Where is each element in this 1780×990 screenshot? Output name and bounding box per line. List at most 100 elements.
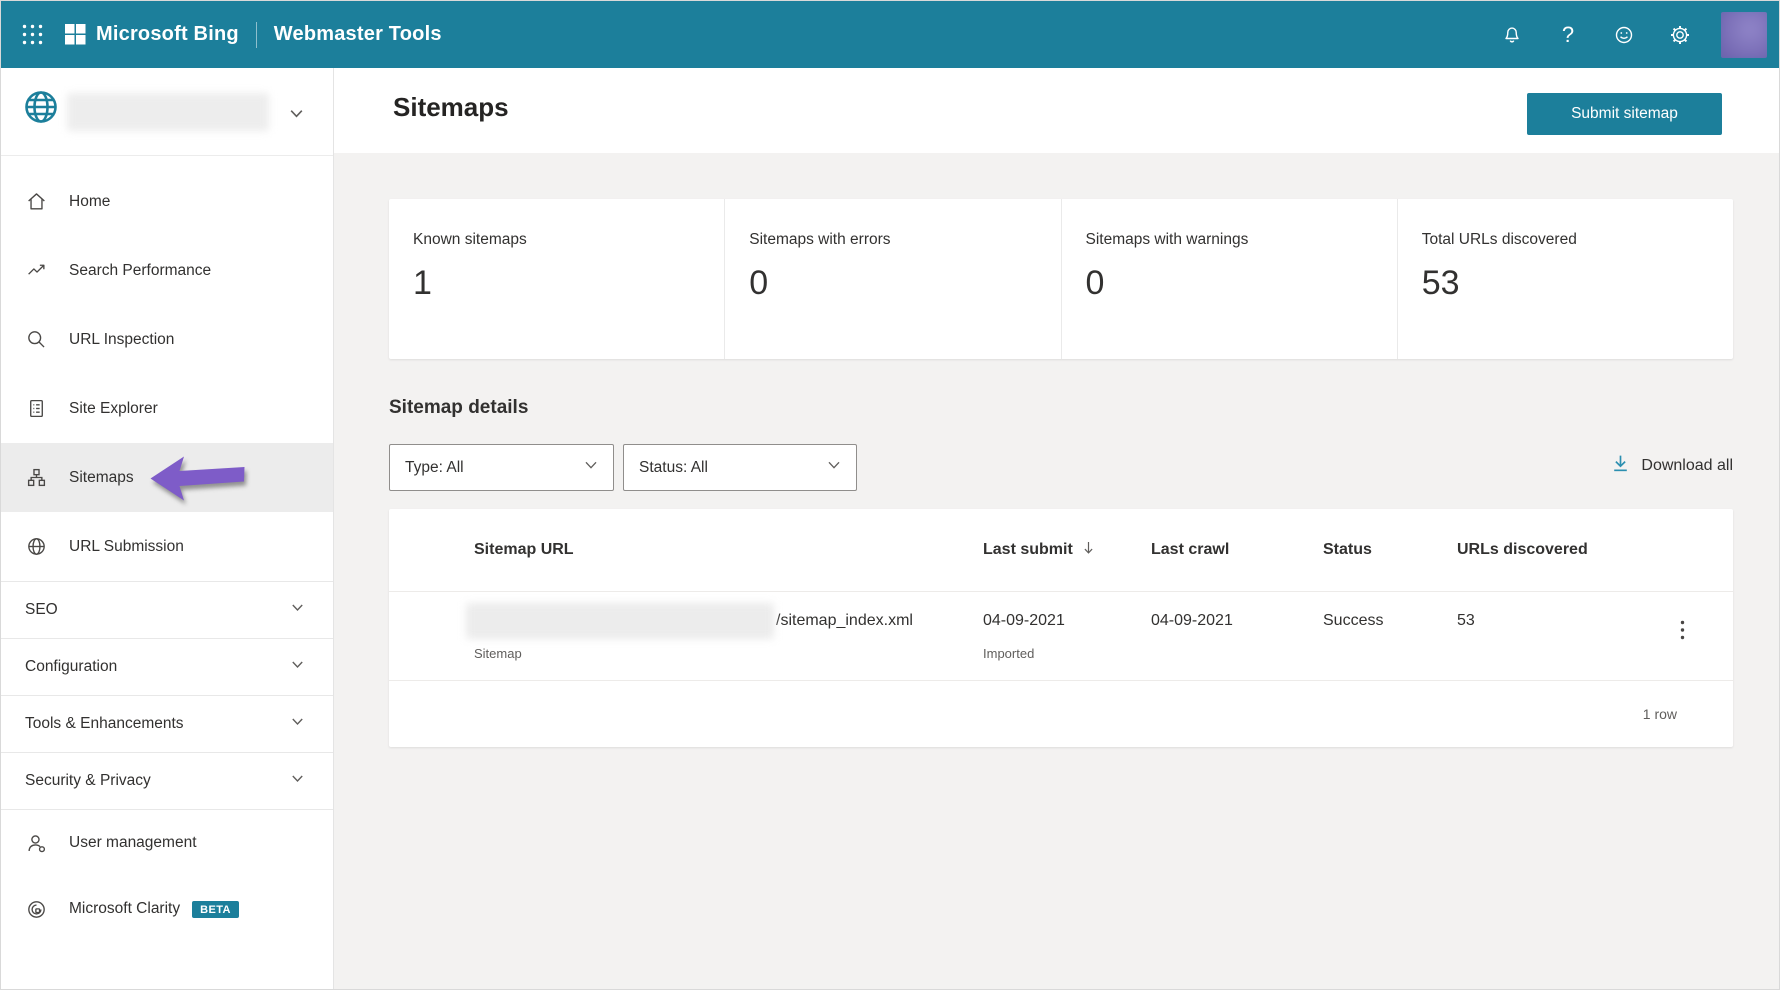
feedback-button[interactable] [1603,14,1645,56]
column-header-status[interactable]: Status [1323,541,1457,559]
sidebar-item-seo[interactable]: SEO [1,582,333,638]
column-header-urls-discovered[interactable]: URLs discovered [1457,541,1733,559]
table-row[interactable]: /sitemap_index.xml Sitemap 04-09-2021 Im… [389,592,1733,681]
stat-sitemaps-with-warnings: Sitemaps with warnings 0 [1062,199,1398,359]
site-selector[interactable] [1,68,333,156]
chevron-down-icon [290,771,305,791]
stat-value: 53 [1421,264,1460,302]
sidebar-item-label: Microsoft Clarity [69,900,181,917]
sidebar-item-search-performance[interactable]: Search Performance [1,236,333,305]
section-heading-sitemap-details: Sitemap details [389,397,529,418]
column-header-sitemap-url[interactable]: Sitemap URL [389,541,983,559]
sidebar-item-configuration[interactable]: Configuration [1,639,333,695]
stat-value: 0 [749,264,769,302]
user-avatar[interactable] [1721,11,1767,58]
document-list-icon [25,398,47,420]
sidebar-item-label: Search Performance [69,261,212,279]
product-name: Webmaster Tools [273,23,442,45]
cell-status: Success [1323,592,1457,680]
download-all-button[interactable]: Download all [1610,453,1733,479]
top-app-bar: Microsoft Bing Webmaster Tools ? [1,1,1779,68]
stat-sitemaps-with-errors: Sitemaps with errors 0 [725,199,1062,359]
question-mark-icon: ? [1561,21,1575,47]
download-icon [1610,453,1631,479]
last-crawl-date: 04-09-2021 [1151,612,1233,629]
notifications-button[interactable] [1491,14,1533,56]
sidebar-item-label: Home [69,192,111,210]
globe-icon [21,87,61,132]
stat-value: 1 [413,264,432,302]
sitemap-url-suffix: /sitemap_index.xml [776,612,913,629]
table-footer: 1 row [389,681,1733,747]
sidebar-item-home[interactable]: Home [1,167,333,236]
column-header-label: Last submit [983,541,1073,558]
brand-divider [255,21,257,48]
sidebar-item-tools-enhancements[interactable]: Tools & Enhancements [1,696,333,752]
column-header-last-crawl[interactable]: Last crawl [1151,541,1323,559]
kebab-icon [1680,620,1685,640]
cell-last-crawl: 04-09-2021 [1151,592,1323,680]
bell-icon [1505,26,1519,42]
cell-sitemap-url: /sitemap_index.xml Sitemap [389,592,983,680]
last-submit-note: Imported [983,646,1035,661]
trending-up-icon [25,260,47,282]
app-launcher-button[interactable] [9,12,55,58]
brand-name: Microsoft Bing [96,23,239,45]
row-count: 1 row [1642,706,1677,722]
page-header: Sitemaps Submit sitemap [334,68,1779,153]
stats-card-strip: Known sitemaps 1 Sitemaps with errors 0 … [389,199,1733,359]
microsoft-logo [65,24,86,45]
sidebar-nav: Home Search Performance URL Inspection S… [1,167,333,942]
smiley-icon [1615,26,1633,43]
sidebar-item-user-management[interactable]: User management [1,810,333,876]
sidebar-item-label: Configuration [25,658,118,675]
column-header-last-submit[interactable]: Last submit [983,540,1151,561]
site-name-redacted [67,93,269,131]
type-filter-dropdown[interactable]: Type: All [389,444,614,491]
sidebar-item-url-inspection[interactable]: URL Inspection [1,305,333,374]
help-button[interactable]: ? [1547,14,1589,56]
sidebar-item-label: Site Explorer [69,399,158,417]
sidebar-item-site-explorer[interactable]: Site Explorer [1,374,333,443]
gear-icon [1671,25,1689,44]
stat-value: 0 [1085,264,1105,302]
sitemaps-table: Sitemap URL Last submit Last crawl Statu… [389,509,1733,747]
sidebar-item-microsoft-clarity[interactable]: Microsoft Clarity BETA [1,876,333,942]
stat-known-sitemaps: Known sitemaps 1 [389,199,726,359]
sidebar-item-label: Sitemaps [69,468,134,486]
row-actions-menu-button[interactable] [1672,616,1693,649]
stat-label: Total URLs discovered [1421,231,1577,248]
settings-button[interactable] [1659,14,1701,56]
submit-sitemap-button[interactable]: Submit sitemap [1527,93,1722,135]
stat-label: Sitemaps with errors [749,231,891,248]
sidebar-item-label: User management [69,834,197,851]
sidebar-item-label: URL Inspection [69,330,175,348]
bing-webmaster-tools-window: Microsoft Bing Webmaster Tools ? Home Se… [0,0,1780,990]
type-filter-value: Type: All [405,458,464,476]
sidebar-item-label: Security & Privacy [25,772,151,789]
brand-lockup[interactable]: Microsoft Bing Webmaster Tools [65,21,442,48]
chevron-down-icon [290,657,305,677]
sort-descending-icon [1082,540,1095,561]
stat-total-urls-discovered: Total URLs discovered 53 [1398,199,1733,359]
sitemap-icon [25,467,47,489]
sidebar: Home Search Performance URL Inspection S… [1,68,334,989]
globe-icon [25,536,47,558]
chevron-down-icon [290,714,305,734]
status-filter-dropdown[interactable]: Status: All [623,444,857,491]
chevron-down-icon [826,457,842,478]
person-icon [25,832,47,854]
sitemap-url-redacted [466,603,774,639]
annotation-arrow [150,456,245,501]
avatar-blurred-image [1721,11,1767,58]
home-icon [25,191,47,213]
beta-badge: BETA [192,900,239,918]
last-submit-date: 04-09-2021 [983,612,1065,629]
stat-label: Known sitemaps [413,231,527,248]
urls-discovered-value: 53 [1457,612,1475,629]
chevron-down-icon [290,600,305,620]
stat-label: Sitemaps with warnings [1085,231,1249,248]
sitemap-type-label: Sitemap [474,646,522,661]
sidebar-item-security-privacy[interactable]: Security & Privacy [1,753,333,809]
sidebar-item-url-submission[interactable]: URL Submission [1,512,333,581]
